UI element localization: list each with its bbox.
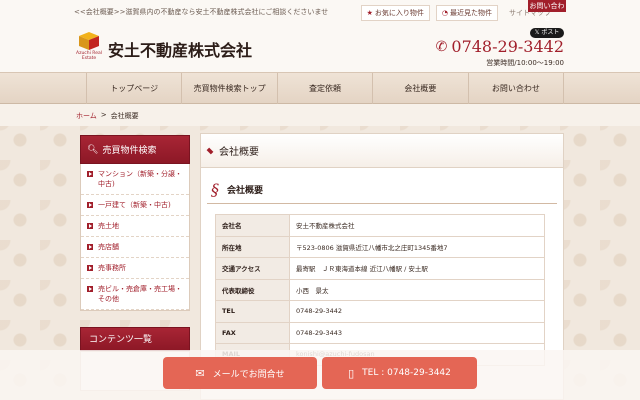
table-row: 所在地 〒523-0806 滋賀県近江八幡市北之庄町1345番地7 (215, 235, 545, 258)
sidebar-item-label: 売事務所 (98, 264, 126, 272)
row-value: 〒523-0806 滋賀県近江八幡市北之庄町1345番地7 (289, 235, 545, 258)
scroll-ornament-icon: § (211, 180, 219, 199)
favorites-link[interactable]: ★ お気に入り物件 (360, 5, 430, 21)
logo[interactable]: Azuchi Real Estate (76, 32, 102, 62)
header-phone[interactable]: ✆ 0748-29-3442 (436, 37, 564, 56)
nav-search[interactable]: 売買物件検索トップ (182, 73, 278, 105)
tel-contact-label: TEL : 0748-29-3442 (362, 368, 451, 378)
clock-icon: ◔ (441, 9, 448, 17)
row-label: FAX (215, 321, 290, 344)
sidebar-item-mansion[interactable]: マンション（新築・分譲・中古) (81, 164, 189, 195)
arrow-icon (87, 244, 93, 250)
sidebar-item-store[interactable]: 売店舗 (81, 237, 189, 258)
sidebar-search-header: 🔍︎ 売買物件検索 (80, 135, 190, 164)
mail-contact-label: メールでお問合せ (212, 369, 285, 380)
company-name[interactable]: 安土不動産株式会社 (108, 37, 252, 61)
row-value: 安土不動産株式会社 (289, 214, 545, 237)
breadcrumb-home[interactable]: ホーム (76, 111, 97, 121)
table-row: 交通アクセス 最寄駅 ＪＲ東海道本線 近江八幡駅 / 安土駅 (215, 257, 545, 280)
page-title: 会社概要 (219, 147, 259, 158)
row-label: TEL (215, 300, 290, 323)
row-label: 交通アクセス (215, 257, 290, 280)
breadcrumb: ホーム > 会社概要 (76, 111, 139, 121)
top-links: ★ お気に入り物件 ◔ 最近見た物件 サイトマップ (360, 5, 556, 21)
arrow-icon (87, 202, 93, 208)
breadcrumb-current: 会社概要 (110, 112, 139, 120)
main-header: 会社概要 (201, 134, 563, 168)
table-row: FAX 0748-29-3443 (215, 321, 545, 344)
arrow-icon (87, 223, 93, 229)
business-hours: 営業時間/10:00～19:00 (486, 59, 564, 67)
recent-link[interactable]: ◔ 最近見た物件 (435, 5, 498, 21)
star-icon: ★ (366, 9, 373, 17)
nav-contact[interactable]: お問い合わせ (469, 73, 565, 105)
smartphone-icon: ▯ (348, 366, 355, 380)
arrow-icon (87, 171, 93, 177)
section-title: 会社概要 (227, 186, 264, 196)
sidebar-item-label: マンション（新築・分譲・中古) (98, 170, 182, 188)
row-label: 所在地 (215, 235, 290, 258)
top-bar: <<会社概要>>滋賀県内の不動産なら安土不動産株式会社にご相談くださいませ ★ … (0, 0, 640, 24)
section-header: § 会社概要 (207, 176, 557, 204)
sidebar-list: マンション（新築・分譲・中古) 一戸建て（新築・中古) 売土地 売店舗 売事務所… (80, 164, 190, 311)
table-row: TEL 0748-29-3442 (215, 300, 545, 323)
row-value: 0748-29-3443 (289, 321, 545, 344)
sidebar-item-office[interactable]: 売事務所 (81, 258, 189, 279)
sidebar-item-label: 売店舗 (98, 243, 119, 251)
nav-company[interactable]: 会社概要 (373, 73, 469, 105)
nav-appraisal[interactable]: 査定依頼 (278, 73, 374, 105)
sidebar-item-land[interactable]: 売土地 (81, 216, 189, 237)
recent-label: 最近見た物件 (450, 9, 492, 17)
table-row: 会社名 安土不動産株式会社 (215, 214, 545, 237)
logo-text: Azuchi Real Estate (76, 51, 103, 61)
row-value: 最寄駅 ＪＲ東海道本線 近江八幡駅 / 安土駅 (289, 257, 545, 280)
table-row: 代表取締役 小西 景太 (215, 278, 545, 301)
mail-icon: ✉ (195, 366, 205, 380)
tel-contact-button[interactable]: ▯ TEL : 0748-29-3442 (322, 357, 477, 389)
row-label: 代表取締役 (215, 278, 290, 301)
row-label: 会社名 (215, 214, 290, 237)
breadcrumb-separator: > (100, 111, 107, 119)
arrow-icon (87, 265, 93, 271)
contact-tab[interactable]: お問い合わせ (528, 0, 566, 22)
arrow-icon (87, 286, 93, 292)
sidebar-item-building[interactable]: 売ビル・売倉庫・売工場・その他 (81, 279, 189, 310)
header: Azuchi Real Estate 安土不動産株式会社 𝕏 ポスト ✆ 074… (0, 24, 640, 72)
global-nav: トップページ 売買物件検索トップ 査定依頼 会社概要 お問い合わせ (0, 72, 640, 105)
logo-cube-icon (79, 32, 99, 50)
sidebar-item-label: 売ビル・売倉庫・売工場・その他 (98, 285, 182, 303)
favorites-label: お気に入り物件 (374, 9, 424, 17)
sidebar-item-label: 一戸建て（新築・中古) (98, 201, 171, 209)
breadcrumb-bar: ホーム > 会社概要 (0, 104, 640, 126)
sidebar-contents-header: コンテンツ一覧 (80, 327, 190, 351)
phone-number: 0748-29-3442 (451, 37, 564, 56)
row-value: 小西 景太 (289, 278, 545, 301)
nav-top[interactable]: トップページ (86, 73, 183, 105)
marker-icon (206, 147, 214, 154)
search-icon: 🔍︎ (87, 144, 99, 155)
sidebar-item-house[interactable]: 一戸建て（新築・中古) (81, 195, 189, 216)
sidebar-item-label: 売土地 (98, 222, 119, 230)
sidebar-title: 売買物件検索 (102, 146, 157, 156)
company-info-table: 会社名 安土不動産株式会社 所在地 〒523-0806 滋賀県近江八幡市北之庄町… (215, 214, 545, 366)
row-value: 0748-29-3442 (289, 300, 545, 323)
phone-icon: ✆ (435, 38, 448, 55)
fixed-contact-bar (0, 350, 640, 400)
mail-contact-button[interactable]: ✉ メールでお問合せ (163, 357, 317, 389)
top-tagline: <<会社概要>>滋賀県内の不動産なら安土不動産株式会社にご相談くださいませ (74, 8, 329, 16)
